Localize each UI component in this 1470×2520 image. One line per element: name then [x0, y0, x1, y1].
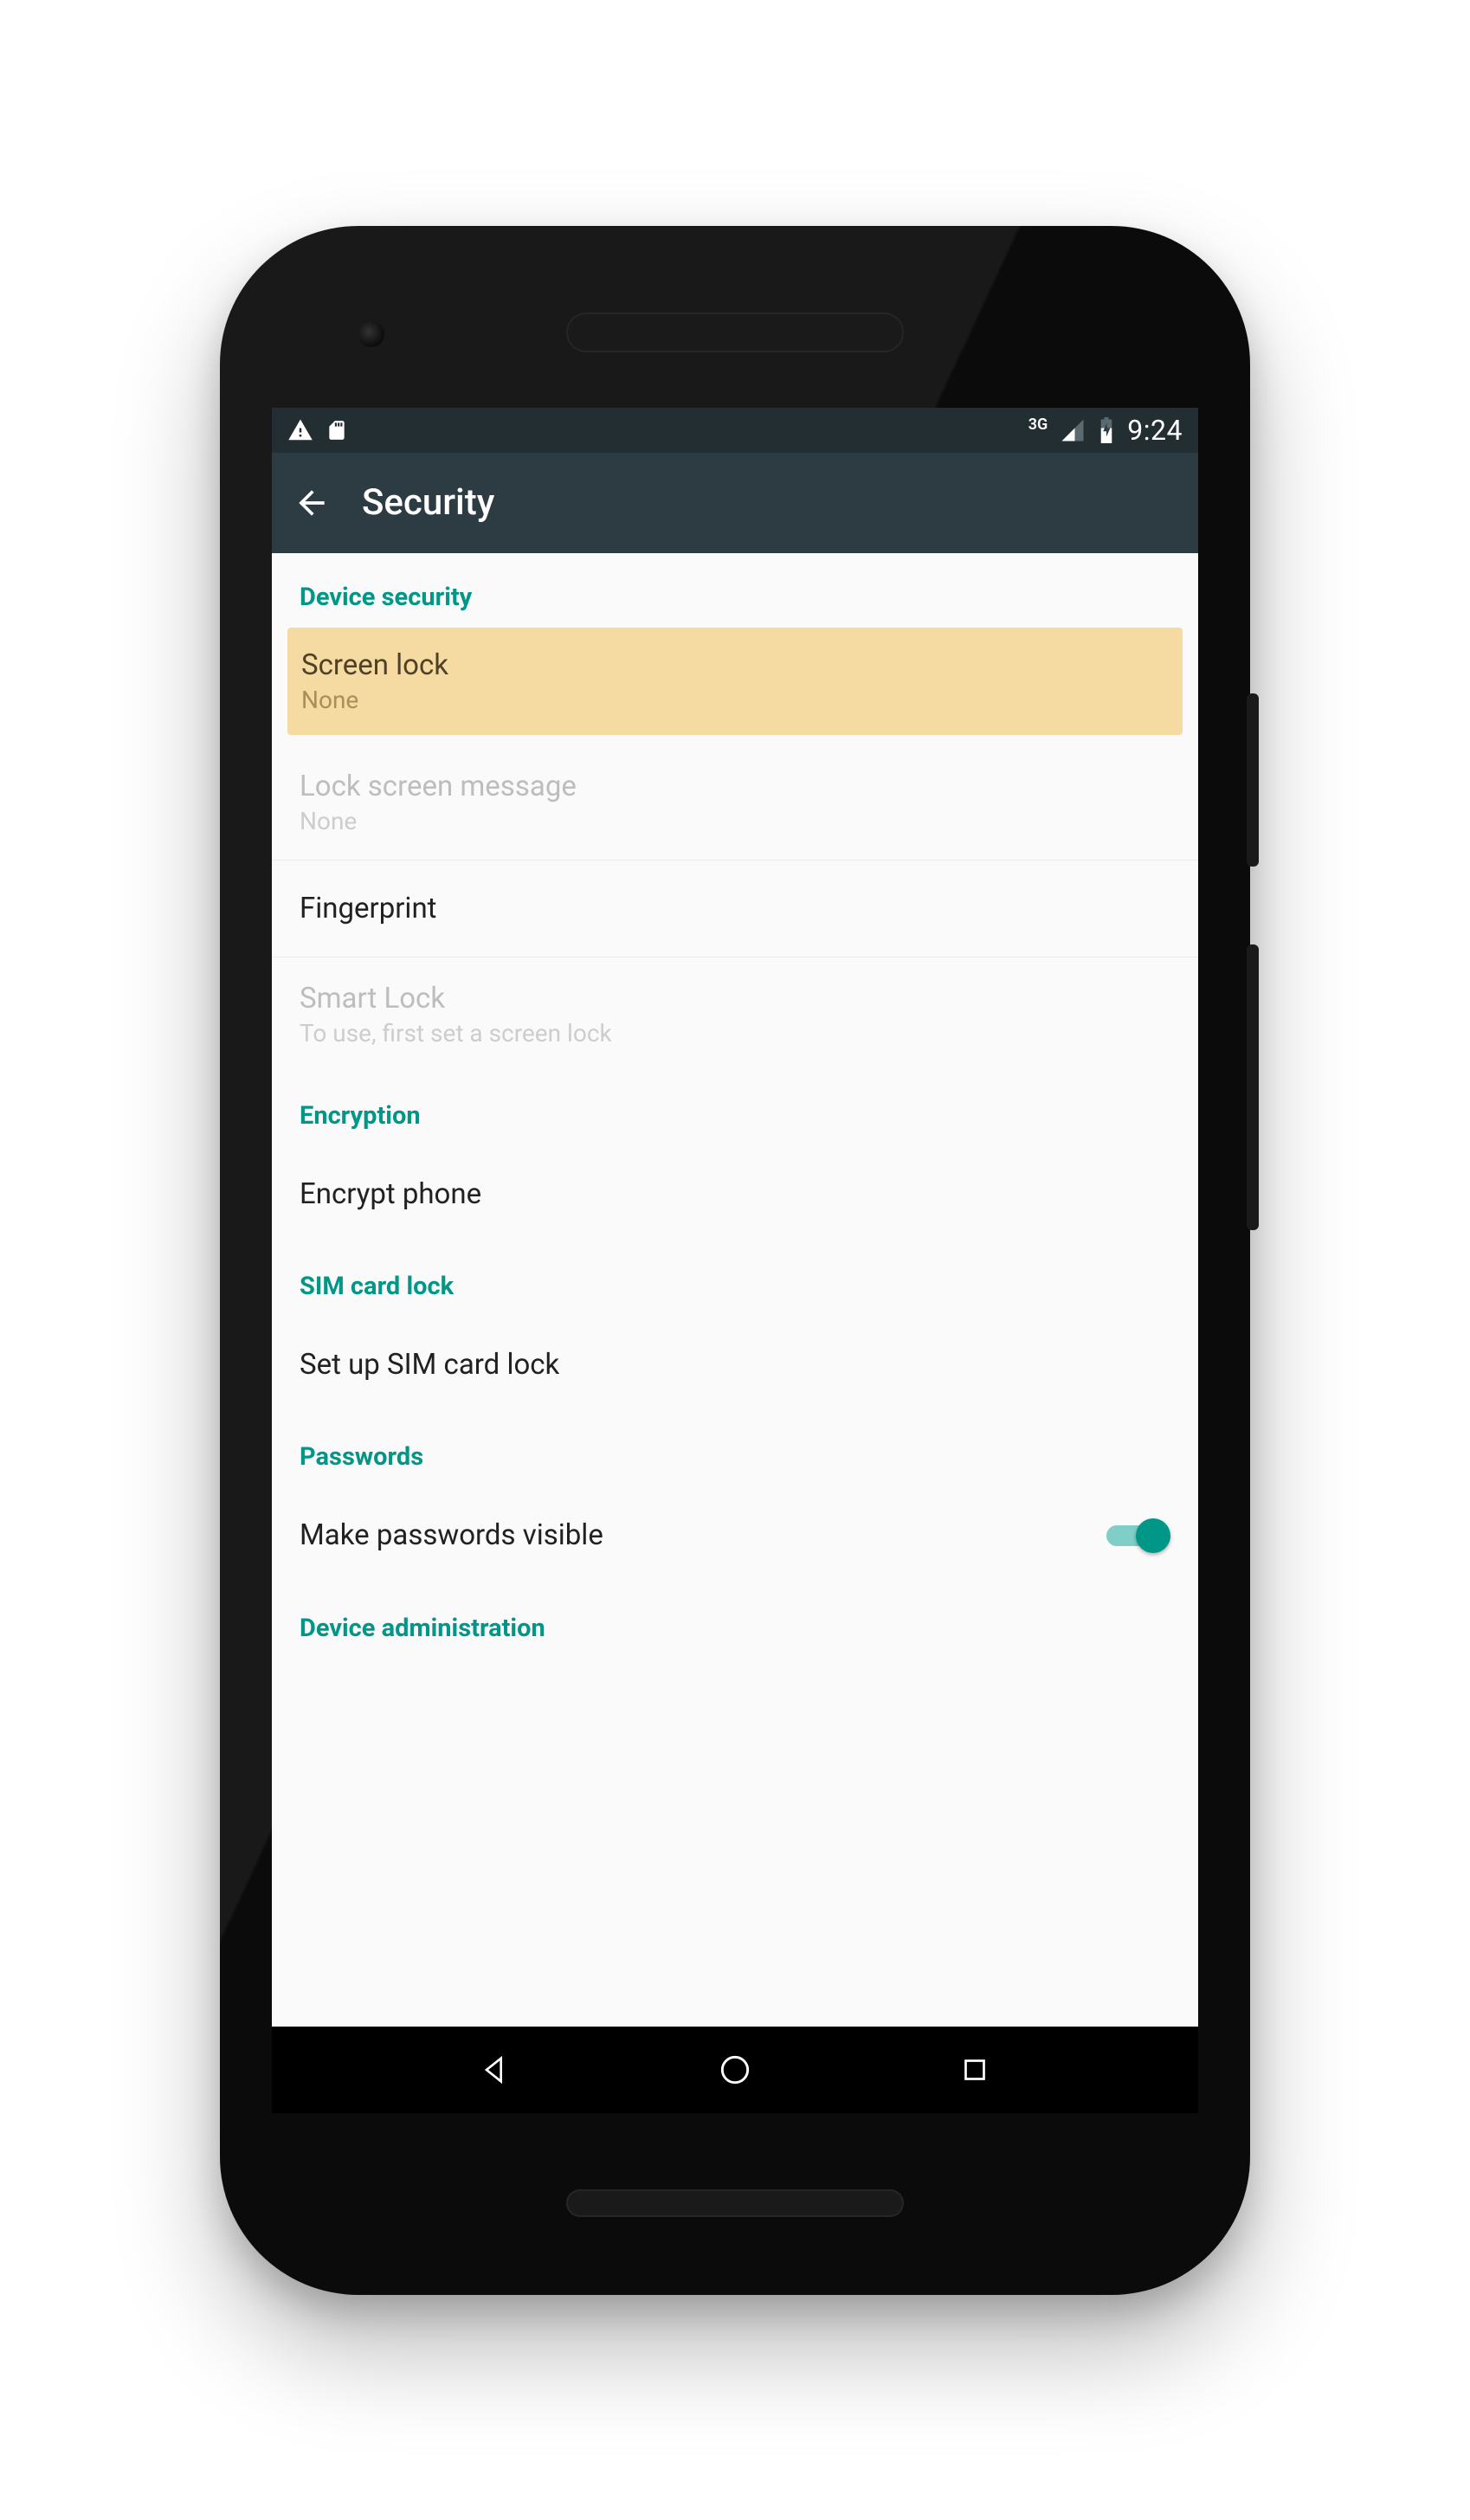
- sd-card-icon: [326, 417, 348, 443]
- section-header-device-security: Device security: [272, 553, 1198, 628]
- row-subtitle: To use, first set a screen lock: [300, 1019, 612, 1047]
- row-passwords-visible[interactable]: Make passwords visible: [272, 1487, 1198, 1584]
- toggle-passwords-visible[interactable]: [1106, 1518, 1170, 1553]
- screen: 3G 9:24 Security Devi: [272, 408, 1198, 2113]
- nav-home-button[interactable]: [709, 2044, 761, 2096]
- phone-frame: 3G 9:24 Security Devi: [220, 226, 1250, 2295]
- row-title: Fingerprint: [300, 892, 436, 925]
- row-lock-screen-message: Lock screen message None: [272, 745, 1198, 860]
- row-title: Make passwords visible: [300, 1518, 603, 1552]
- section-header-sim-lock: SIM card lock: [272, 1242, 1198, 1317]
- nav-back-button[interactable]: [469, 2044, 521, 2096]
- row-sim-lock[interactable]: Set up SIM card lock: [272, 1317, 1198, 1413]
- front-camera: [358, 321, 384, 347]
- row-screen-lock[interactable]: Screen lock None: [287, 628, 1183, 735]
- section-header-passwords: Passwords: [272, 1413, 1198, 1487]
- volume-rocker[interactable]: [1247, 944, 1259, 1230]
- earpiece-speaker: [566, 313, 904, 352]
- row-subtitle: None: [301, 686, 448, 714]
- row-title: Screen lock: [301, 648, 448, 682]
- bottom-speaker: [566, 2189, 904, 2217]
- row-title: Lock screen message: [300, 770, 577, 803]
- nav-recents-button[interactable]: [949, 2044, 1001, 2096]
- row-subtitle: None: [300, 807, 577, 835]
- app-bar: Security: [272, 453, 1198, 553]
- page-title: Security: [362, 481, 494, 524]
- power-button[interactable]: [1247, 693, 1259, 867]
- status-bar: 3G 9:24: [272, 408, 1198, 453]
- row-title: Set up SIM card lock: [300, 1348, 559, 1382]
- row-title: Encrypt phone: [300, 1177, 481, 1211]
- network-label: 3G: [1028, 416, 1048, 434]
- back-button[interactable]: [287, 479, 336, 527]
- battery-icon: [1098, 417, 1115, 443]
- warning-icon: [287, 417, 313, 443]
- row-smart-lock: Smart Lock To use, first set a screen lo…: [272, 957, 1198, 1072]
- row-title: Smart Lock: [300, 982, 612, 1015]
- section-header-device-admin: Device administration: [272, 1584, 1198, 1659]
- status-clock: 9:24: [1127, 414, 1183, 447]
- signal-icon: [1060, 417, 1086, 443]
- section-header-encryption: Encryption: [272, 1072, 1198, 1146]
- row-fingerprint[interactable]: Fingerprint: [272, 860, 1198, 957]
- settings-list[interactable]: Device security Screen lock None Lock sc…: [272, 553, 1198, 2027]
- row-encrypt-phone[interactable]: Encrypt phone: [272, 1146, 1198, 1242]
- nav-bar: [272, 2027, 1198, 2113]
